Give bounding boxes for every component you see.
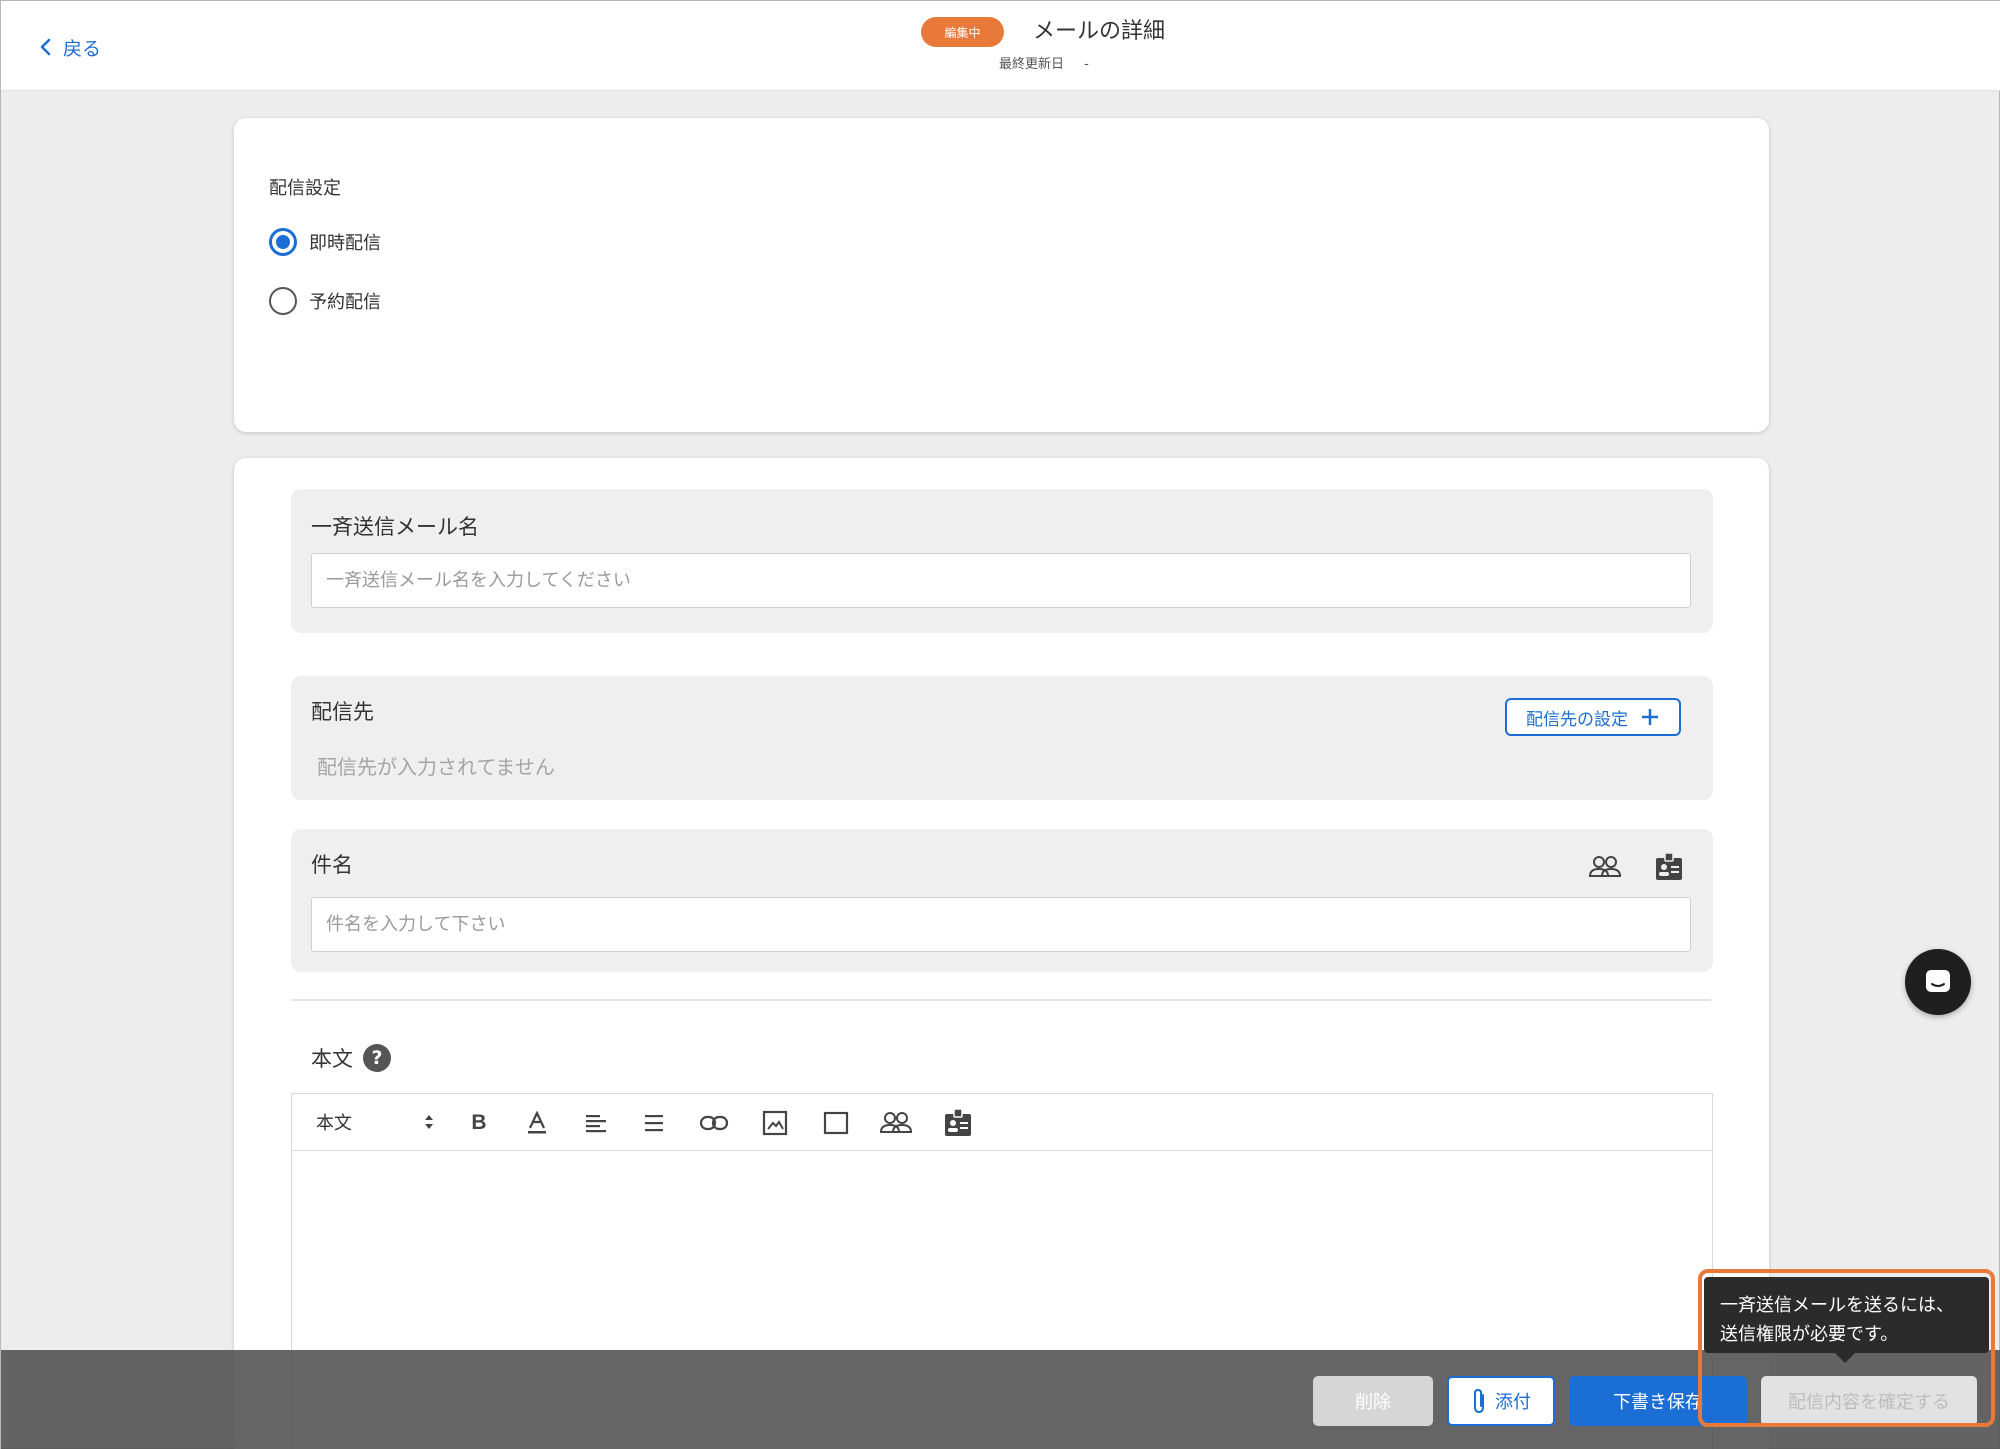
delivery-settings-card: 配信設定 即時配信 予約配信 (234, 118, 1769, 432)
status-badge: 編集中 (921, 17, 1004, 47)
plus-icon (1642, 709, 1658, 725)
paperclip-icon (1474, 1388, 1484, 1414)
delivery-settings-label: 配信設定 (269, 178, 341, 199)
list-icon[interactable] (635, 1104, 673, 1142)
help-icon[interactable]: ? (363, 1044, 391, 1072)
text-style-value: 本文 (316, 1113, 352, 1134)
id-card-icon[interactable] (939, 1104, 977, 1142)
recipients-empty-text: 配信先が入力されてません (317, 755, 555, 779)
back-link[interactable]: 戻る (39, 35, 102, 60)
last-updated-label: 最終更新日 (999, 57, 1065, 72)
text-style-select[interactable]: 本文 (316, 1107, 434, 1137)
permission-tooltip: 一斉送信メールを送るには、 送信権限が必要です。 (1704, 1277, 1989, 1363)
radio-immediate[interactable]: 即時配信 (269, 228, 381, 256)
id-card-icon[interactable] (1651, 849, 1687, 885)
last-updated-value: - (1084, 57, 1089, 72)
recipient-setup-label: 配信先の設定 (1526, 709, 1628, 730)
editor-toolbar: 本文 B (292, 1094, 1712, 1151)
page-title: メールの詳細 (1033, 19, 1166, 44)
recipient-setup-button[interactable]: 配信先の設定 (1505, 698, 1681, 736)
recipients-label: 配信先 (311, 700, 374, 724)
body-label-group: 本文 ? (311, 1043, 391, 1073)
back-label: 戻る (63, 37, 102, 60)
tooltip-line-2: 送信権限が必要です。 (1720, 1324, 1899, 1345)
mail-name-input[interactable] (311, 553, 1691, 608)
radio-scheduled[interactable]: 予約配信 (269, 287, 381, 315)
chevron-left-icon (40, 38, 51, 56)
subject-label: 件名 (311, 853, 353, 877)
section-divider (291, 999, 1711, 1001)
people-icon[interactable] (1587, 849, 1623, 885)
header-title-group: 編集中 メールの詳細 最終更新日 - (921, 15, 1241, 79)
align-left-icon[interactable] (576, 1104, 614, 1142)
link-icon[interactable] (695, 1104, 733, 1142)
box-icon[interactable] (817, 1104, 855, 1142)
bold-icon[interactable]: B (460, 1104, 498, 1142)
attach-button[interactable]: 添付 (1447, 1376, 1555, 1426)
chat-icon (1926, 970, 1950, 992)
people-icon[interactable] (877, 1104, 915, 1142)
body-label: 本文 (311, 1047, 353, 1071)
chat-button[interactable] (1905, 949, 1971, 1015)
subject-panel: 件名 (291, 829, 1713, 972)
header-bar: 戻る 編集中 メールの詳細 最終更新日 - (1, 1, 2000, 91)
radio-button-checked[interactable] (269, 228, 297, 256)
updown-arrow-icon (425, 1115, 433, 1129)
last-updated: 最終更新日 - (999, 53, 1089, 72)
mail-name-label: 一斉送信メール名 (311, 515, 479, 539)
font-color-icon[interactable] (518, 1104, 556, 1142)
radio-scheduled-label: 予約配信 (309, 292, 381, 313)
mail-name-panel: 一斉送信メール名 (291, 489, 1713, 633)
radio-button-unchecked[interactable] (269, 287, 297, 315)
recipients-panel: 配信先 配信先の設定 配信先が入力されてません (291, 676, 1713, 800)
delete-button[interactable]: 削除 (1313, 1376, 1433, 1426)
radio-immediate-label: 即時配信 (309, 233, 381, 254)
tooltip-line-1: 一斉送信メールを送るには、 (1720, 1295, 1954, 1316)
subject-input[interactable] (311, 897, 1691, 952)
image-icon[interactable] (756, 1104, 794, 1142)
attach-label: 添付 (1495, 1392, 1531, 1413)
